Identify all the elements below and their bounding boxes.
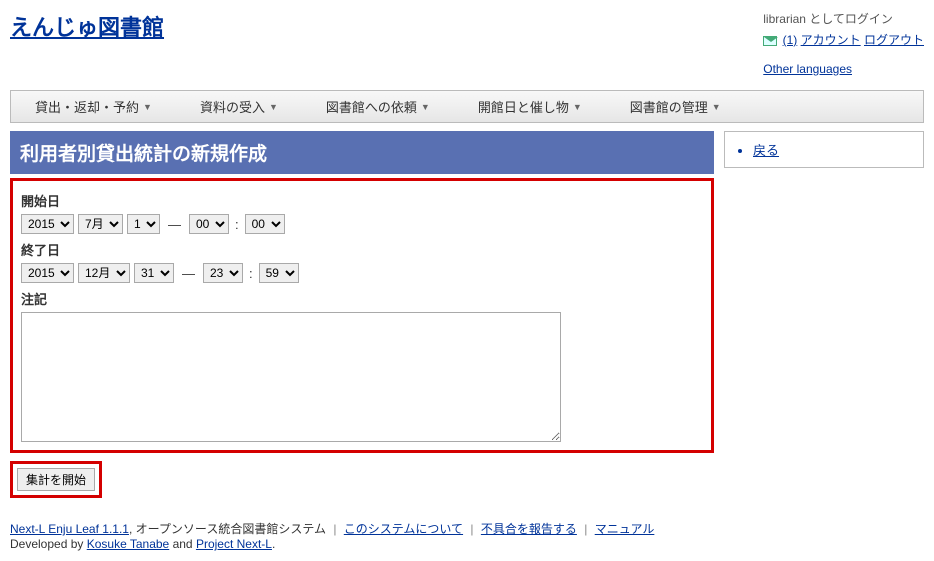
back-link[interactable]: 戻る: [753, 143, 779, 158]
end-date-row: 2015 12月 31 — 23 : 59: [21, 263, 703, 283]
account-link[interactable]: アカウント: [801, 33, 861, 47]
dev-by: Developed by: [10, 537, 87, 551]
project-link[interactable]: Project Next-L: [196, 537, 272, 551]
start-month-select[interactable]: 7月: [78, 214, 123, 234]
and: and: [169, 537, 196, 551]
nav-label: 貸出・返却・予約: [35, 97, 139, 116]
chevron-down-icon: ▼: [573, 102, 582, 112]
nav-label: 資料の受入: [200, 97, 265, 116]
end-min-select[interactable]: 59: [259, 263, 299, 283]
dash: —: [182, 266, 195, 281]
nav-item-events[interactable]: 開館日と催し物 ▼: [454, 91, 606, 122]
logout-link[interactable]: ログアウト: [864, 33, 924, 47]
end-month-select[interactable]: 12月: [78, 263, 130, 283]
end-date-label: 終了日: [21, 240, 703, 259]
separator: |: [470, 522, 473, 536]
footer-desc: , オープンソース統合図書館システム: [129, 522, 326, 536]
main-nav: 貸出・返却・予約 ▼ 資料の受入 ▼ 図書館への依頼 ▼ 開館日と催し物 ▼ 図書館の管…: [10, 90, 924, 123]
footer: Next-L Enju Leaf 1.1.1, オープンソース統合図書館システム…: [10, 520, 924, 551]
mail-icon: [763, 36, 777, 46]
start-date-row: 2015 7月 1 — 00 : 00: [21, 214, 703, 234]
start-date-label: 開始日: [21, 191, 703, 210]
start-day-select[interactable]: 1: [127, 214, 160, 234]
nav-label: 図書館の管理: [630, 97, 708, 116]
nav-label: 図書館への依頼: [326, 97, 417, 116]
manual-link[interactable]: マニュアル: [595, 522, 655, 536]
submit-box: 集計を開始: [10, 461, 102, 498]
note-label: 注記: [21, 289, 703, 308]
side-box: 戻る: [724, 131, 924, 168]
nav-item-checkout[interactable]: 貸出・返却・予約 ▼: [11, 91, 176, 122]
submit-button[interactable]: 集計を開始: [17, 468, 95, 491]
nav-label: 開館日と催し物: [478, 97, 569, 116]
dash: —: [168, 217, 181, 232]
period: .: [272, 537, 275, 551]
end-year-select[interactable]: 2015: [21, 263, 74, 283]
form-box: 開始日 2015 7月 1 — 00 : 00 終了日 2015 12月 31 …: [10, 178, 714, 453]
unread-link[interactable]: (1): [783, 33, 798, 47]
page-title: 利用者別貸出統計の新規作成: [10, 131, 714, 174]
colon: :: [235, 217, 239, 232]
author-link[interactable]: Kosuke Tanabe: [87, 537, 170, 551]
chevron-down-icon: ▼: [143, 102, 152, 112]
colon: :: [249, 266, 253, 281]
separator: |: [333, 522, 336, 536]
report-link[interactable]: 不具合を報告する: [481, 522, 577, 536]
login-status: librarian としてログイン: [763, 10, 924, 27]
product-link[interactable]: Next-L Enju Leaf 1.1.1: [10, 522, 129, 536]
start-year-select[interactable]: 2015: [21, 214, 74, 234]
chevron-down-icon: ▼: [269, 102, 278, 112]
start-min-select[interactable]: 00: [245, 214, 285, 234]
end-hour-select[interactable]: 23: [203, 263, 243, 283]
other-languages-link[interactable]: Other languages: [763, 62, 852, 76]
end-day-select[interactable]: 31: [134, 263, 174, 283]
site-title-link[interactable]: えんじゅ図書館: [10, 10, 164, 42]
note-textarea[interactable]: [21, 312, 561, 442]
nav-item-request[interactable]: 図書館への依頼 ▼: [302, 91, 454, 122]
user-box: librarian としてログイン (1) アカウント ログアウト Other …: [763, 10, 924, 80]
nav-item-admin[interactable]: 図書館の管理 ▼: [606, 91, 745, 122]
start-hour-select[interactable]: 00: [189, 214, 229, 234]
chevron-down-icon: ▼: [712, 102, 721, 112]
about-link[interactable]: このシステムについて: [344, 522, 463, 536]
chevron-down-icon: ▼: [421, 102, 430, 112]
nav-item-acquisition[interactable]: 資料の受入 ▼: [176, 91, 302, 122]
separator: |: [584, 522, 587, 536]
